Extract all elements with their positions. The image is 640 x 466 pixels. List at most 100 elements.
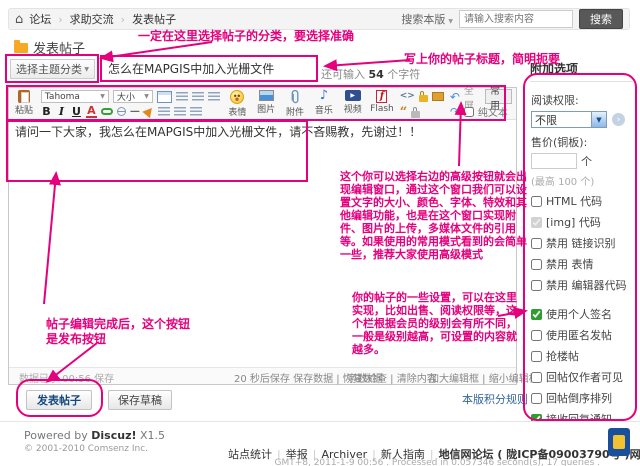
page-title-row: 发表帖子 [14,38,85,57]
lock-gray-icon[interactable] [411,111,420,118]
format-brush-icon[interactable] [142,105,155,118]
site-logo [608,428,630,456]
image-button[interactable]: 图片 [255,90,278,115]
category-select-label: 选择主题分类 [16,61,82,77]
option-checkbox[interactable] [531,330,542,341]
unordered-list-icon[interactable] [190,107,202,116]
home-icon[interactable]: ⌂ [15,12,23,27]
flash-button[interactable]: f Flash [370,90,394,114]
editor-toolbar: 粘贴 Tahoma 大小 B I U A — [9,88,516,120]
quote-icon[interactable]: “ [400,109,407,117]
option-checkbox-row[interactable]: [img] 代码 [531,214,631,230]
package-icon[interactable] [432,92,444,101]
flash-icon: f [376,90,387,103]
arrow-to-category [102,42,212,58]
search-input[interactable] [459,10,573,28]
align-left-icon[interactable] [176,92,188,101]
option-checkbox-row[interactable]: 使用匿名发帖 [531,327,631,343]
misc-icons: <> “ [400,90,444,119]
option-checkbox-row[interactable]: 使用个人签名 [531,306,631,322]
post-content-textarea[interactable]: 请问一下大家，我怎么在MAPGIS中加入光栅文件，请不吝赐教，先谢过！！ [9,120,516,367]
option-checkbox[interactable] [531,196,542,207]
italic-icon[interactable]: I [56,106,67,117]
help-circle-icon[interactable]: › [612,113,625,126]
points-rule-link[interactable]: 本版积分规则 [462,391,528,407]
option-label: 使用匿名发帖 [546,327,612,343]
gmt-processed-line: GMT+8, 2011-1-9 00:56 . Processed in 0.0… [0,458,600,466]
common-mode-button[interactable]: 常用 [485,89,512,104]
option-checkbox-row[interactable]: HTML 代码 [531,193,631,209]
video-icon: ▶ [345,90,361,101]
search-button[interactable]: 搜索 [579,9,623,29]
save-draft-button[interactable]: 保存草稿 [108,390,172,410]
breadcrumb-section[interactable]: 求助交流 [70,11,132,27]
post-editor: 粘贴 Tahoma 大小 B I U A — [8,87,517,385]
option-checkbox[interactable] [531,217,542,228]
option-checkbox[interactable] [531,259,542,270]
autosave-status: 数据已于 00:56 保存 [19,370,114,385]
option-checkbox[interactable] [531,393,542,404]
music-button[interactable]: ♪ 音乐 [312,90,335,116]
option-checkbox[interactable] [531,238,542,249]
post-title-input[interactable] [104,59,320,78]
option-label: 回帖倒序排列 [546,390,612,406]
option-checkbox-row[interactable]: 禁用 链接识别 [531,235,631,251]
option-checkbox[interactable] [531,372,542,383]
ordered-list-icon[interactable] [174,107,186,116]
price-input[interactable] [531,153,577,169]
font-color-icon[interactable]: A [86,105,97,118]
horizontal-rule-icon[interactable]: — [130,107,140,116]
paste-icon [18,90,30,103]
redo-icon[interactable]: ↷ [450,106,460,118]
align-center-icon[interactable] [192,92,204,101]
publish-button[interactable]: 发表帖子 [26,390,92,410]
plaintext-checkbox[interactable] [464,107,474,117]
lock-icon[interactable] [419,95,428,102]
bold-icon[interactable]: B [41,106,52,117]
table-icon[interactable] [157,91,172,103]
option-checkbox[interactable] [531,280,542,291]
insert-link-icon[interactable] [101,108,113,115]
breadcrumb-current: 发表帖子 [132,11,176,27]
option-label: 禁用 链接识别 [546,235,616,251]
price-label: 售价(铜板): [531,134,631,150]
option-label: [img] 代码 [546,214,601,230]
video-button[interactable]: ▶ 视频 [341,90,364,115]
underline-icon[interactable]: U [71,106,82,117]
option-checkbox-row[interactable]: 回帖倒序排列 [531,390,631,406]
option-label: 禁用 编辑器代码 [546,277,627,293]
toolbar-right: ↶ 全屏 常用 ↷ 纯文本 [450,90,512,118]
option-label: 禁用 表情 [546,256,594,272]
select-arrow-icon: ▼ [591,112,606,127]
option-checkbox[interactable] [531,351,542,362]
option-checkbox-row[interactable]: 抢楼帖 [531,348,631,364]
plaintext-label: 纯文本 [478,104,508,119]
price-unit: 个 [581,153,592,169]
attachment-button[interactable]: 附件 [284,90,307,118]
indent-icon[interactable] [158,107,170,116]
unlink-icon[interactable] [117,107,126,116]
font-family-select[interactable]: Tahoma [41,90,109,103]
option-checkbox-row[interactable]: 回帖仅作者可见 [531,369,631,385]
resize-links[interactable]: 加大编辑框 | 缩小编辑框 [429,370,539,385]
align-right-icon[interactable] [208,92,220,101]
option-checkbox-row[interactable]: 禁用 表情 [531,256,631,272]
paste-button[interactable]: 粘贴 [13,90,35,116]
page-title: 发表帖子 [33,38,85,57]
chars-remaining: 还可输入 54 个字符 [321,66,420,82]
read-permission-select[interactable]: 不限 ▼ [531,111,607,128]
wordcount-links[interactable]: 字数检查 | 清除内容 [347,370,437,385]
search-scope-dropdown[interactable]: 搜索本版 [401,11,453,27]
copyright: © 2001-2010 Comsenz Inc. [24,444,148,454]
undo-icon[interactable]: ↶ [450,91,460,103]
search-area: 搜索本版 搜索 [401,9,623,29]
option-checkbox-row[interactable]: 禁用 编辑器代码 [531,277,631,293]
smiley-icon [230,90,244,104]
font-size-select[interactable]: 大小 [113,90,153,103]
option-label: 抢楼帖 [546,348,579,364]
breadcrumb-forum[interactable]: 论坛 [29,11,69,27]
emoji-button[interactable]: 表情 [226,90,249,118]
code-icon[interactable]: <> [400,92,415,101]
option-checkbox[interactable] [531,309,542,320]
category-select[interactable]: 选择主题分类 [10,59,95,79]
